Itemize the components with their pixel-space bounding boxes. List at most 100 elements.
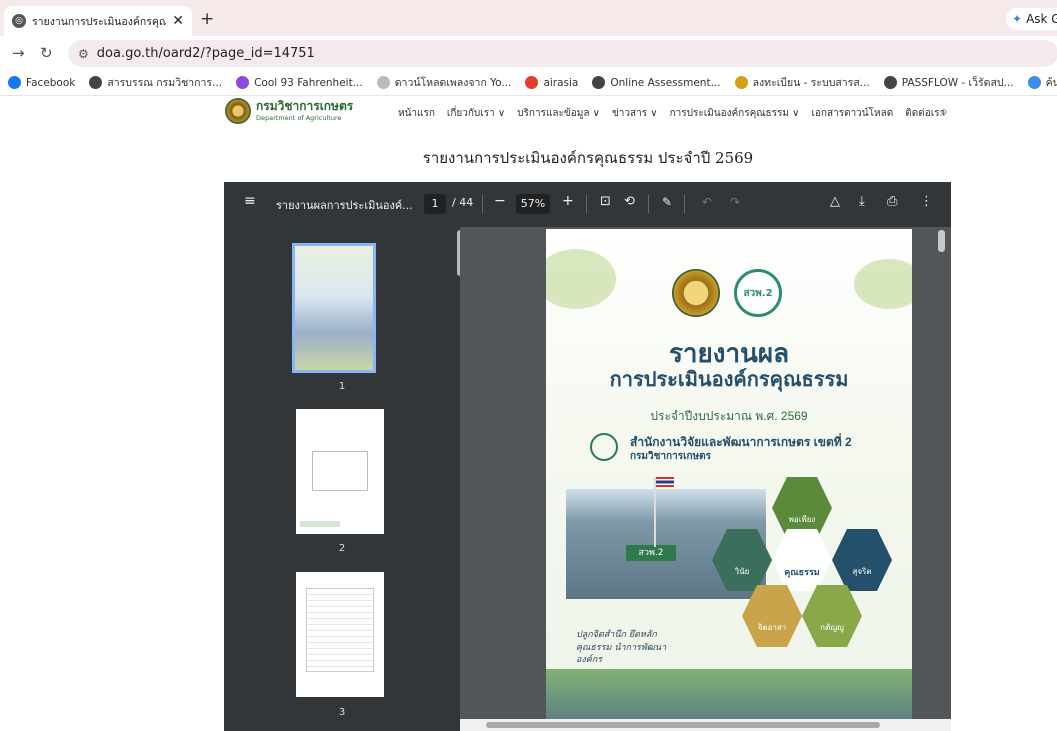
zoom-in-icon[interactable]: + <box>562 193 574 209</box>
bookmark-item[interactable]: Facebook <box>8 76 75 89</box>
bookmark-icon <box>236 76 250 89</box>
url-text: doa.go.th/oard2/?page_id=14751 <box>96 46 315 61</box>
nav-assessment[interactable]: การประเมินองค์กรคุณธรรม ∨ <box>670 106 800 121</box>
site-logo[interactable]: กรมวิชาการเกษตร Department of Agricultur… <box>225 98 353 124</box>
annotate-icon[interactable]: ✎ <box>662 195 672 209</box>
bookmark-item[interactable]: สารบรรณ กรมวิชาการ... <box>89 74 222 91</box>
pdf-toolbar: ≡ รายงานผลการประเมินองค์... 1 / 44 − 57%… <box>224 182 951 227</box>
cover-fiscal-year: ประจำปีงบประมาณ พ.ศ. 2569 <box>650 409 808 423</box>
cover-org-sub: กรมวิชาการเกษตร <box>630 451 712 462</box>
hex-integrity: สุจริต <box>832 529 892 591</box>
page-title: รายงานการประเมินองค์กรคุณธรรม ประจำปี 25… <box>422 149 754 167</box>
ask-gemini-button[interactable]: ✦ Ask Ge <box>1006 8 1057 30</box>
nav-about[interactable]: เกี่ยวกับเรา ∨ <box>447 106 505 121</box>
bookmark-icon <box>883 76 897 89</box>
zoom-out-icon[interactable]: − <box>494 193 506 209</box>
document-pane: สวพ.2 รายงานผล การประเมินองค์กรคุณธรรม ป… <box>460 227 951 731</box>
reload-icon[interactable]: ↻ <box>40 44 53 62</box>
bookmark-label: PASSFLOW - เว็รัดสป... <box>901 77 1014 89</box>
thumbnail-page-1[interactable] <box>292 243 376 373</box>
sparkle-icon: ✦ <box>1012 12 1023 26</box>
bookmark-item[interactable]: ดาวน์โหลดเพลงจาก Yo... <box>376 74 512 91</box>
tab-strip: ◎ รายงานการประเมินองค์กรคุณธรรม ป ✕ + ✦ … <box>0 0 1057 36</box>
bookmark-label: ลงทะเบียน - ระบบสารส... <box>752 77 870 89</box>
leaf-decoration <box>854 259 912 309</box>
cover-title-line2: การประเมินองค์กรคุณธรรม <box>609 369 849 391</box>
bookmark-label: Cool 93 Fahrenheit... <box>254 76 363 89</box>
forward-icon[interactable]: → <box>12 44 25 62</box>
tab-title: รายงานการประเมินองค์กรคุณธรรม ป <box>32 15 167 28</box>
rotate-icon[interactable]: ⟲ <box>624 194 635 209</box>
nav-downloads[interactable]: เอกสารดาวน์โหลด <box>812 106 894 121</box>
bookmark-label: ค้นหา | M365 Copilot <box>1045 77 1057 89</box>
bookmark-label: สารบรรณ กรมวิชาการ... <box>107 77 223 89</box>
bookmark-label: ดาวน์โหลดเพลงจาก Yo... <box>394 77 512 89</box>
print-icon[interactable]: ⎙ <box>887 194 897 209</box>
zoom-input[interactable]: 57% <box>516 194 550 214</box>
org-logo-icon <box>590 433 618 461</box>
document-title: รายงานผลการประเมินองค์... <box>276 199 413 212</box>
bookmark-item[interactable]: Cool 93 Fahrenheit... <box>236 76 363 89</box>
thumbnail-page-2[interactable] <box>296 409 384 534</box>
bookmark-label: Online Assessment... <box>610 76 721 89</box>
orac2-badge: สวพ.2 <box>734 269 782 317</box>
leaf-decoration <box>546 249 616 309</box>
fit-page-icon[interactable]: ⊡ <box>600 194 611 209</box>
toolbar-divider <box>684 195 685 213</box>
page-number-input[interactable]: 1 <box>424 194 446 214</box>
bookmark-icon <box>89 76 103 89</box>
thumbnail-number: 3 <box>338 707 346 718</box>
nav-news[interactable]: ข่าวสาร ∨ <box>612 106 658 121</box>
nav-home[interactable]: หน้าแรก <box>398 106 435 121</box>
bookmark-item[interactable]: ลงทะเบียน - ระบบสารส... <box>734 74 870 91</box>
department-seal-icon <box>225 98 251 124</box>
page-total: / 44 <box>452 196 474 209</box>
undo-icon[interactable]: ↶ <box>702 195 712 209</box>
browser-tab[interactable]: ◎ รายงานการประเมินองค์กรคุณธรรม ป ✕ <box>4 6 192 36</box>
thumbnail-number: 1 <box>338 381 346 392</box>
thumbnail-content <box>306 588 374 672</box>
bookmark-item[interactable]: PASSFLOW - เว็รัดสป... <box>883 74 1014 91</box>
thumbnail-content <box>300 521 340 527</box>
site-info-icon[interactable]: ⚙ <box>78 47 89 61</box>
bookmark-item[interactable]: Online Assessment... <box>592 76 721 89</box>
pdf-viewer: ≡ รายงานผลการประเมินองค์... 1 / 44 − 57%… <box>224 182 951 731</box>
nav-services[interactable]: บริการและข้อมูล ∨ <box>517 106 600 121</box>
hex-virtue: คุณธรรม <box>772 529 832 591</box>
toolbar-divider <box>586 195 587 213</box>
bookmark-icon <box>734 76 748 89</box>
bookmarks-bar: Facebook สารบรรณ กรมวิชาการ... Cool 93 F… <box>0 70 1057 96</box>
flag-pole <box>654 477 656 547</box>
horizontal-scroll-thumb[interactable] <box>486 722 880 728</box>
document-scrollbar[interactable] <box>938 230 945 252</box>
download-icon[interactable]: ⤓ <box>859 194 865 209</box>
logo-subtitle: Department of Agriculture <box>256 113 342 122</box>
cover-footer-wave <box>546 669 912 724</box>
url-input[interactable]: ⚙ doa.go.th/oard2/?page_id=14751 <box>68 40 1057 67</box>
hex-gratitude: กตัญญู <box>802 585 862 647</box>
bookmark-icon <box>376 76 390 89</box>
new-tab-button[interactable]: + <box>200 9 214 29</box>
thumbnail-page-3[interactable] <box>296 572 384 697</box>
more-options-icon[interactable]: ⋮ <box>920 194 933 209</box>
bookmark-icon <box>8 76 21 89</box>
bookmark-item[interactable]: airasia <box>525 76 578 89</box>
thumbnail-sidebar: 1 2 3 <box>224 227 460 731</box>
thai-flag-icon <box>656 477 674 487</box>
bookmark-item[interactable]: ค้นหา | M365 Copilot <box>1027 74 1057 91</box>
horizontal-scrollbar[interactable] <box>460 719 951 731</box>
menu-icon[interactable]: ≡ <box>244 193 256 209</box>
bookmark-icon <box>525 76 539 89</box>
search-icon[interactable]: ⌕ <box>940 104 948 120</box>
bookmark-icon <box>1027 76 1041 89</box>
address-bar: → ↻ ⚙ doa.go.th/oard2/?page_id=14751 <box>0 36 1057 70</box>
redo-icon[interactable]: ↷ <box>730 195 740 209</box>
close-icon[interactable]: ✕ <box>172 13 184 29</box>
bookmark-label: airasia <box>543 76 579 89</box>
drive-icon[interactable]: △ <box>830 194 840 209</box>
main-nav: หน้าแรก เกี่ยวกับเรา ∨ บริการและข้อมูล ∨… <box>398 106 957 121</box>
logo-name: กรมวิชาการเกษตร <box>256 99 354 114</box>
toolbar-divider <box>648 195 649 213</box>
pdf-page: สวพ.2 รายงานผล การประเมินองค์กรคุณธรรม ป… <box>546 229 912 724</box>
site-header: กรมวิชาการเกษตร Department of Agricultur… <box>0 96 1057 136</box>
